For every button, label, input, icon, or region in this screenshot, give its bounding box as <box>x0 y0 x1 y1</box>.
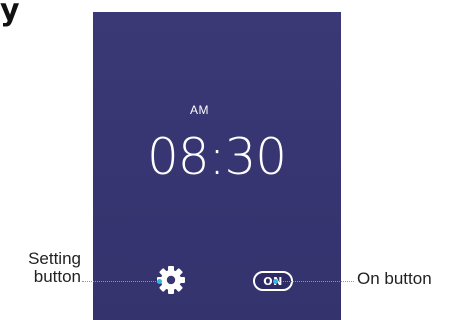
setting-label-line2: button <box>33 267 81 286</box>
setting-label-line1: Setting <box>28 249 81 268</box>
corner-glyph: y <box>0 0 20 28</box>
setting-button-callout-label: Setting button <box>7 250 81 286</box>
on-callout-line <box>276 281 354 282</box>
on-callout-dot <box>273 279 278 284</box>
setting-callout-line <box>82 281 160 282</box>
setting-callout-dot <box>157 279 162 284</box>
am-pm-indicator: AM <box>190 103 209 117</box>
on-button-callout-label: On button <box>357 269 432 288</box>
clock-time: 08:30 <box>147 128 287 186</box>
